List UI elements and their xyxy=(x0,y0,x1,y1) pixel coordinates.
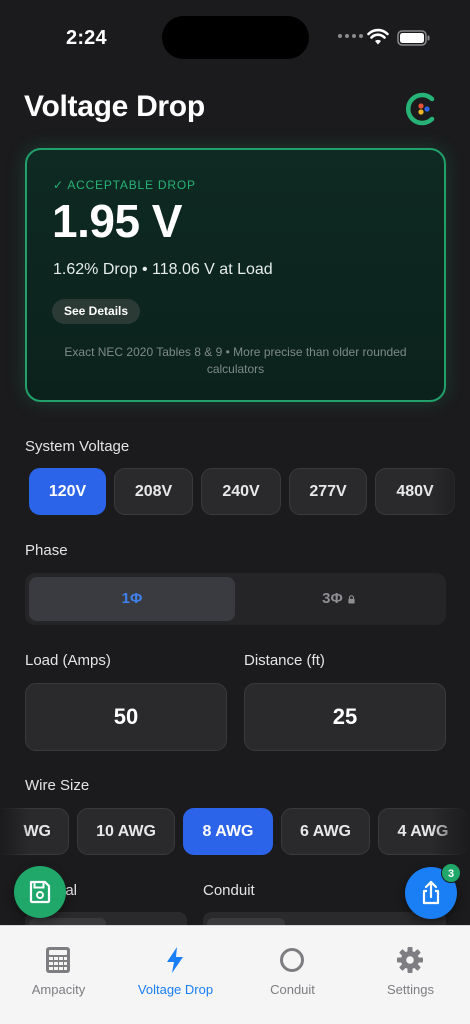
system-voltage-selector[interactable]: 120V 208V 240V 277V 480V xyxy=(0,468,470,518)
tab-voltage-drop-label: Voltage Drop xyxy=(137,982,214,997)
scroll-fade xyxy=(430,468,470,518)
status-bar: 2:24 xyxy=(0,0,470,76)
calculator-icon xyxy=(46,947,70,973)
battery-icon xyxy=(397,30,430,46)
share-count-badge: 3 xyxy=(441,863,461,883)
load-input[interactable]: 50 xyxy=(25,683,227,751)
wire-size-label: Wire Size xyxy=(25,777,90,794)
phase-option-three-label: 3Φ xyxy=(322,590,343,607)
app-logo-icon[interactable] xyxy=(401,90,439,128)
tab-ampacity[interactable]: Ampacity xyxy=(0,926,117,1024)
bolt-icon xyxy=(167,947,183,973)
cellular-signal-icon xyxy=(338,34,363,38)
phase-option-three[interactable]: 3Φ xyxy=(236,577,442,621)
result-card: ✓ ACCEPTABLE DROP 1.95 V 1.62% Drop • 11… xyxy=(25,148,446,402)
gear-icon xyxy=(397,947,423,973)
circle-icon xyxy=(280,948,304,972)
conduit-label: Conduit xyxy=(203,882,255,899)
scroll-fade-right xyxy=(430,808,470,858)
tab-settings[interactable]: Settings xyxy=(352,926,469,1024)
tab-bar: Ampacity Voltage Drop Conduit Settings xyxy=(0,925,470,1024)
drop-status-label: ✓ ACCEPTABLE DROP xyxy=(53,178,196,192)
status-time: 2:24 xyxy=(66,27,107,49)
wire-size-selector[interactable]: WG 10 AWG 8 AWG 6 AWG 4 AWG xyxy=(0,808,470,858)
tab-conduit-label: Conduit xyxy=(270,982,315,997)
nec-footnote: Exact NEC 2020 Tables 8 & 9 • More preci… xyxy=(64,345,407,376)
wifi-icon xyxy=(367,28,389,45)
phase-selector[interactable]: 1Φ 3Φ xyxy=(25,573,446,625)
tab-voltage-drop[interactable]: Voltage Drop xyxy=(117,926,234,1024)
lock-icon xyxy=(348,594,355,604)
tab-settings-label: Settings xyxy=(387,982,434,997)
phase-option-single[interactable]: 1Φ xyxy=(29,577,235,621)
scroll-fade-left xyxy=(0,808,30,858)
dynamic-island xyxy=(162,16,309,59)
distance-label: Distance (ft) xyxy=(244,652,325,669)
voltage-option-240v[interactable]: 240V xyxy=(201,468,281,515)
page-title: Voltage Drop xyxy=(24,90,205,123)
voltage-option-120v[interactable]: 120V xyxy=(29,468,106,515)
phase-label: Phase xyxy=(25,542,68,559)
distance-input[interactable]: 25 xyxy=(244,683,446,751)
load-label: Load (Amps) xyxy=(25,652,111,669)
voltage-option-277v[interactable]: 277V xyxy=(289,468,367,515)
wire-option-10awg[interactable]: 10 AWG xyxy=(77,808,175,855)
tab-ampacity-label: Ampacity xyxy=(31,982,86,997)
tab-conduit[interactable]: Conduit xyxy=(234,926,351,1024)
phase-option-single-label: 1Φ xyxy=(121,590,143,607)
voltage-option-208v[interactable]: 208V xyxy=(114,468,193,515)
save-icon xyxy=(29,880,51,904)
wire-option-8awg[interactable]: 8 AWG xyxy=(183,808,273,855)
voltage-drop-value: 1.95 V xyxy=(52,195,183,247)
see-details-button[interactable]: See Details xyxy=(52,299,141,324)
system-voltage-label: System Voltage xyxy=(25,438,130,455)
wire-option-6awg[interactable]: 6 AWG xyxy=(281,808,370,855)
drop-summary: 1.62% Drop • 118.06 V at Load xyxy=(53,261,273,278)
save-button[interactable] xyxy=(14,866,66,918)
